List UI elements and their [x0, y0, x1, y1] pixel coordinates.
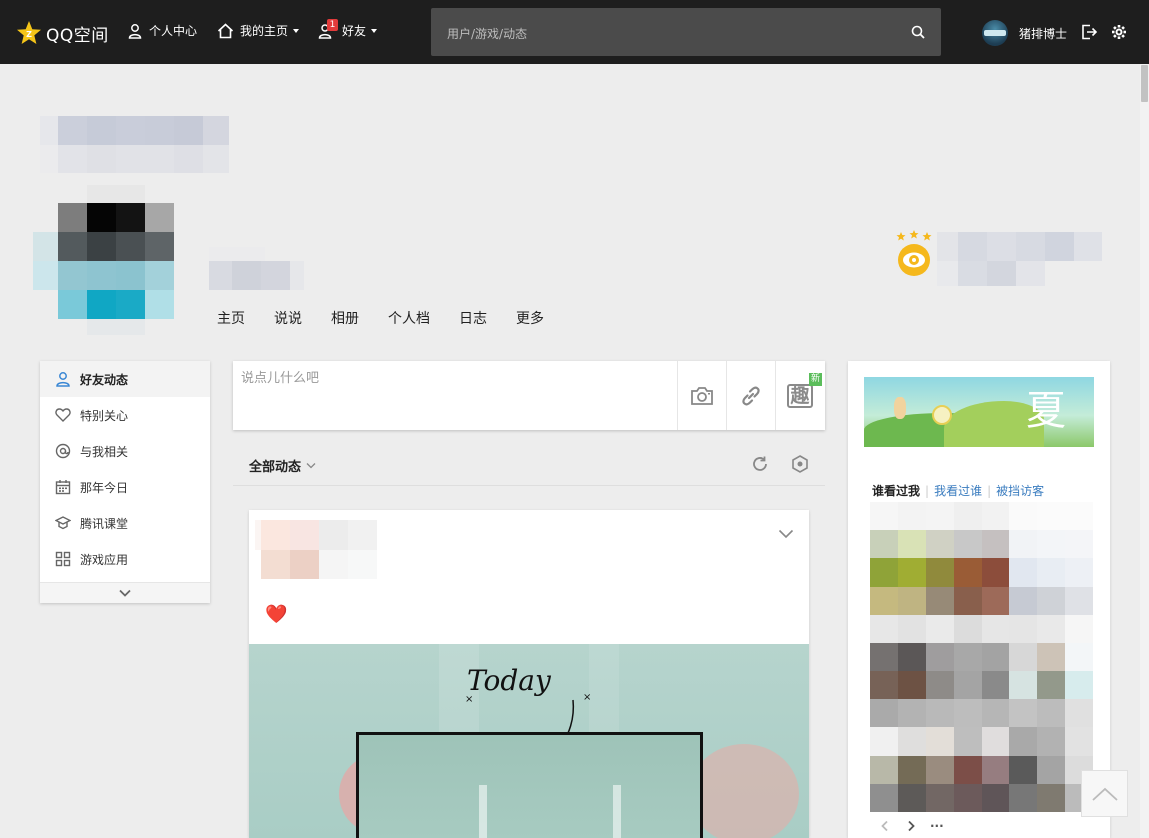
tab-home[interactable]: 主页 — [217, 308, 245, 328]
calendar-icon — [55, 480, 71, 495]
tab-profile-info[interactable]: 个人档 — [388, 308, 430, 328]
back-to-top-button[interactable] — [1081, 770, 1128, 817]
sidebar-item-label: 好友动态 — [80, 372, 129, 387]
qzone-logo[interactable]: Z QQ空间 — [16, 19, 109, 47]
chevron-up-icon — [1091, 787, 1118, 801]
feed-filter-label: 全部动态 — [249, 460, 302, 475]
gear-icon[interactable] — [1111, 24, 1127, 40]
composer-input[interactable]: 说点儿什么吧 — [241, 367, 319, 386]
post-options-chevron-icon[interactable] — [778, 529, 794, 539]
chevron-down-icon — [306, 463, 316, 469]
new-tag: 新 — [808, 373, 822, 386]
qzone-star-icon: Z — [17, 21, 41, 44]
at-icon — [55, 443, 71, 459]
svg-text:×: × — [465, 694, 473, 705]
summer-solstice-banner[interactable]: 夏至 — [864, 377, 1094, 447]
username[interactable]: 猪排博士 — [1019, 25, 1067, 42]
link-icon — [742, 386, 760, 405]
more-button[interactable]: ··· — [930, 819, 944, 833]
feed-filter-dropdown[interactable]: 全部动态 — [249, 456, 316, 475]
classroom-icon — [55, 516, 71, 530]
scrollbar-thumb[interactable] — [1141, 65, 1148, 102]
image-frame — [356, 732, 703, 838]
feed-settings-icon[interactable] — [791, 455, 809, 473]
person-icon — [128, 23, 142, 39]
nav-my-homepage[interactable]: 我的主页 — [217, 22, 300, 39]
tab-blocked-visitors[interactable]: 被挡访客 — [996, 482, 1044, 499]
sidebar-item-tencent-classroom[interactable]: 腾讯课堂 — [40, 505, 210, 541]
post-image[interactable]: Today × × — [249, 644, 809, 838]
visitor-tabs: 谁看过我 | 我看过谁 | 被挡访客 — [872, 482, 1045, 499]
vip-eye-badge-icon[interactable] — [895, 230, 935, 278]
sidebar-item-related-to-me[interactable]: 与我相关 — [40, 433, 210, 469]
chevron-left-icon[interactable] — [880, 820, 890, 832]
search-placeholder: 用户/游戏/动态 — [447, 27, 528, 41]
add-link-button[interactable] — [726, 361, 775, 430]
sidebar-item-label: 特别关心 — [80, 408, 129, 423]
notification-badge: 1 — [327, 18, 338, 31]
nav-label: 个人中心 — [149, 24, 198, 38]
tab-shuoshuo[interactable]: 说说 — [274, 308, 302, 328]
sidebar-expand-button[interactable] — [40, 582, 210, 603]
svg-text:×: × — [583, 692, 591, 703]
nav-friends[interactable]: 1 好友 — [318, 18, 378, 39]
post-text: ❤️ — [265, 604, 288, 625]
tab-who-i-viewed[interactable]: 我看过谁 — [934, 482, 982, 499]
refresh-icon[interactable] — [751, 455, 769, 473]
svg-text:Z: Z — [26, 30, 32, 39]
chevron-right-icon[interactable] — [906, 820, 916, 832]
visitor-pager: ··· — [880, 819, 944, 833]
caret-down-icon — [371, 28, 378, 33]
caret-down-icon — [293, 28, 300, 33]
nav-label: 我的主页 — [240, 24, 289, 38]
add-photo-button[interactable] — [677, 361, 726, 430]
user-profile[interactable]: 猪排博士 — [982, 20, 1067, 46]
sidebar-item-special-care[interactable]: 特别关心 — [40, 397, 210, 433]
scrollbar-track[interactable] — [1140, 64, 1149, 838]
search-input[interactable]: 用户/游戏/动态 — [431, 8, 941, 56]
avatar[interactable] — [982, 20, 1008, 46]
nav-label: 好友 — [342, 24, 367, 38]
post-composer: 说点儿什么吧 趣 新 — [233, 361, 825, 430]
feed-header: 全部动态 — [233, 448, 825, 486]
tab-who-viewed-me[interactable]: 谁看过我 — [872, 482, 920, 499]
right-sidebar: 夏至 谁看过我 | 我看过谁 | 被挡访客 ··· — [848, 361, 1110, 838]
sidebar-item-this-day[interactable]: 那年今日 — [40, 469, 210, 505]
sidebar-item-label: 游戏应用 — [80, 552, 129, 567]
fun-label: 趣 — [787, 383, 813, 408]
home-icon — [217, 22, 234, 38]
tab-album[interactable]: 相册 — [331, 308, 359, 328]
feed-post-card: ❤️ Today × × — [249, 510, 809, 838]
fun-button[interactable]: 趣 新 — [775, 361, 824, 430]
user-icon — [56, 372, 70, 387]
sidebar-item-friend-feed[interactable]: 好友动态 — [40, 361, 210, 397]
logout-icon[interactable] — [1081, 24, 1098, 40]
sidebar-item-label: 腾讯课堂 — [80, 516, 129, 531]
camera-icon — [691, 386, 713, 405]
nav-personal-center[interactable]: 个人中心 — [127, 22, 197, 39]
heart-icon — [55, 408, 71, 422]
tab-blog[interactable]: 日志 — [459, 308, 487, 328]
left-sidebar-menu: 好友动态 特别关心 与我相关 那年今日 腾讯课堂 游戏应用 — [40, 361, 210, 603]
search-icon[interactable] — [911, 25, 925, 39]
apps-icon — [55, 551, 71, 567]
sidebar-item-label: 与我相关 — [80, 444, 129, 459]
profile-tab-bar: 主页 说说 相册 个人档 日志 更多 — [217, 308, 573, 328]
tab-more[interactable]: 更多 — [516, 308, 544, 328]
banner-text: 夏至 — [1026, 388, 1066, 447]
sidebar-item-game-apps[interactable]: 游戏应用 — [40, 541, 210, 577]
top-navigation-bar: Z QQ空间 个人中心 我的主页 1 好友 用户/游戏/动态 猪排博士 — [0, 0, 1149, 64]
sidebar-item-label: 那年今日 — [80, 480, 129, 495]
chevron-down-icon — [119, 589, 131, 597]
logo-text: QQ空间 — [46, 25, 109, 46]
visitor-avatars-mosaic[interactable] — [870, 502, 1093, 812]
